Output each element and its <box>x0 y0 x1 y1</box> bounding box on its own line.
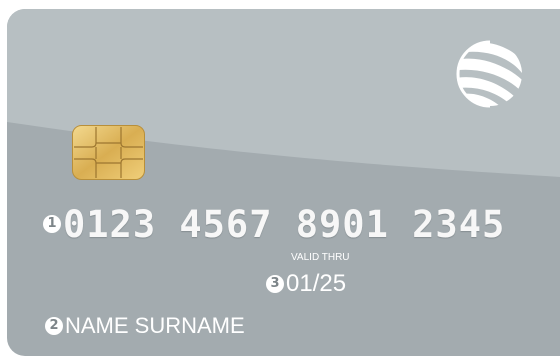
credit-card: 1 0123 4567 8901 2345 VALID THRU 3 01/25… <box>7 9 560 356</box>
expiry-marker: 3 <box>266 275 284 293</box>
holder-name: NAME SURNAME <box>65 313 245 338</box>
chip-icon <box>72 125 145 180</box>
card-number: 0123 4567 8901 2345 <box>63 202 506 246</box>
expiry-date: 01/25 <box>286 270 347 297</box>
holder-name-row: 2 NAME SURNAME <box>45 313 245 339</box>
expiry-row: 3 01/25 <box>266 270 347 297</box>
card-number-row: 1 0123 4567 8901 2345 <box>43 202 506 246</box>
holder-name-marker: 2 <box>45 317 63 335</box>
card-number-marker: 1 <box>43 215 61 233</box>
globe-logo-icon <box>456 40 522 108</box>
valid-thru-label: VALID THRU <box>291 252 350 263</box>
